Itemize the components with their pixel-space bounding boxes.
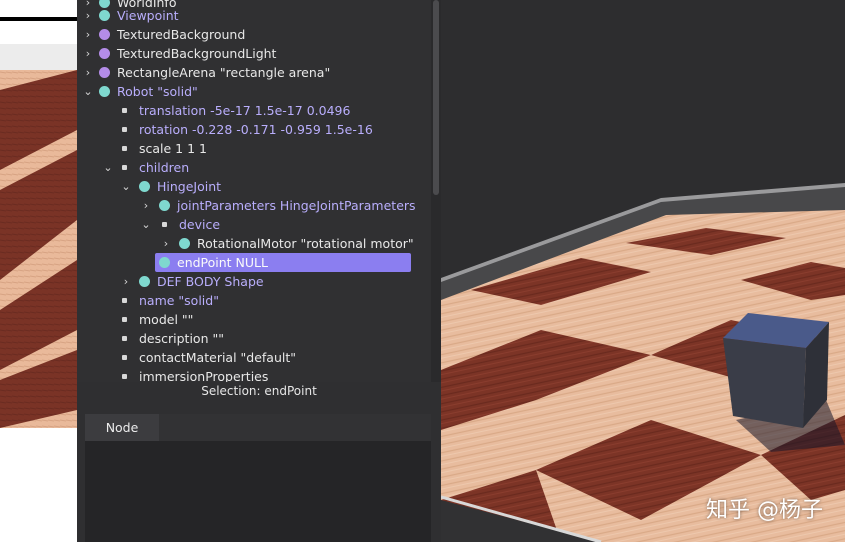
chevron-down-icon[interactable]: ⌄ bbox=[103, 158, 113, 177]
node-dot-icon bbox=[179, 238, 190, 249]
chevron-right-icon[interactable]: › bbox=[141, 196, 151, 215]
field-bullet-icon bbox=[122, 146, 127, 151]
tree-row-model[interactable]: model "" bbox=[77, 310, 431, 329]
tree-row-texturedbackground[interactable]: › TexturedBackground bbox=[77, 25, 431, 44]
tree-row-label: jointParameters HingeJointParameters bbox=[177, 198, 416, 213]
tree-row-label: immersionProperties bbox=[139, 369, 269, 382]
tree-row-label: contactMaterial "default" bbox=[139, 350, 297, 365]
tree-row-description[interactable]: description "" bbox=[77, 329, 431, 348]
tree-row-label: Robot "solid" bbox=[117, 84, 198, 99]
tree-row-label: device bbox=[179, 217, 221, 232]
chevron-right-icon[interactable]: › bbox=[83, 6, 93, 25]
node-editor-panel bbox=[85, 441, 431, 542]
tree-row-scale[interactable]: scale 1 1 1 bbox=[77, 139, 431, 158]
tree-row-name[interactable]: name "solid" bbox=[77, 291, 431, 310]
chevron-right-icon[interactable]: › bbox=[121, 272, 131, 291]
scene-tree-panel: › WorldInfo › Viewpoint › TexturedBackgr… bbox=[77, 0, 441, 542]
background-floor bbox=[0, 70, 77, 428]
tree-row-label: endPoint NULL bbox=[177, 255, 268, 270]
tree-row-rotationalmotor[interactable]: › RotationalMotor "rotational motor" bbox=[77, 234, 431, 253]
tree-row-texturedbackgroundlight[interactable]: › TexturedBackgroundLight bbox=[77, 44, 431, 63]
tree-scrollbar[interactable] bbox=[431, 0, 441, 382]
tree-row-label: RectangleArena "rectangle arena" bbox=[117, 65, 331, 80]
tree-row-label: model "" bbox=[139, 312, 194, 327]
chevron-right-icon[interactable]: › bbox=[83, 44, 93, 63]
tree-row-label: rotation -0.228 -0.171 -0.959 1.5e-16 bbox=[139, 122, 373, 137]
3d-viewport[interactable]: 知乎 @杨子 bbox=[441, 0, 845, 542]
field-bullet-icon bbox=[162, 222, 167, 227]
node-dot-icon bbox=[139, 276, 150, 287]
selection-status: Selection: endPoint bbox=[77, 382, 441, 402]
chevron-right-icon[interactable]: › bbox=[83, 63, 93, 82]
tree-row-hingejoint[interactable]: ⌄ HingeJoint bbox=[77, 177, 431, 196]
proto-dot-icon bbox=[99, 48, 110, 59]
tree-row-contactmaterial[interactable]: contactMaterial "default" bbox=[77, 348, 431, 367]
tree-row-label: TexturedBackgroundLight bbox=[117, 46, 277, 61]
tree-row-label: translation -5e-17 1.5e-17 0.0496 bbox=[139, 103, 351, 118]
tree-row-rotation[interactable]: rotation -0.228 -0.171 -0.959 1.5e-16 bbox=[77, 120, 431, 139]
tree-row-label: DEF BODY Shape bbox=[157, 274, 264, 289]
field-bullet-icon bbox=[122, 165, 127, 170]
chevron-down-icon[interactable]: ⌄ bbox=[121, 177, 131, 196]
tree-row-immersionproperties[interactable]: immersionProperties bbox=[77, 367, 431, 382]
field-bullet-icon bbox=[122, 374, 127, 379]
node-dot-icon bbox=[99, 86, 110, 97]
tree-row-endpoint-selected[interactable]: endPoint NULL bbox=[155, 253, 411, 272]
tree-row-jointparameters[interactable]: › jointParameters HingeJointParameters bbox=[77, 196, 431, 215]
watermark: 知乎 @杨子 bbox=[706, 498, 823, 523]
node-dot-icon bbox=[139, 181, 150, 192]
tree-row-label: TexturedBackground bbox=[117, 27, 246, 42]
proto-dot-icon bbox=[99, 29, 110, 40]
tree-row-device[interactable]: ⌄ device bbox=[77, 215, 431, 234]
tree-row-label: children bbox=[139, 160, 190, 175]
node-dot-icon bbox=[159, 200, 170, 211]
tree-row-label: scale 1 1 1 bbox=[139, 141, 207, 156]
node-dot-icon bbox=[99, 10, 110, 21]
scene-render bbox=[441, 0, 845, 542]
tree-row-label: description "" bbox=[139, 331, 224, 346]
tree-row-label: HingeJoint bbox=[157, 179, 222, 194]
field-bullet-icon bbox=[122, 127, 127, 132]
tree-row-rectanglearena[interactable]: › RectangleArena "rectangle arena" bbox=[77, 63, 431, 82]
tree-scrollbar-thumb[interactable] bbox=[433, 0, 439, 195]
background-strip bbox=[0, 44, 77, 70]
tree-row-translation[interactable]: translation -5e-17 1.5e-17 0.0496 bbox=[77, 101, 431, 120]
field-bullet-icon bbox=[122, 336, 127, 341]
tab-node[interactable]: Node bbox=[85, 414, 159, 441]
chevron-down-icon[interactable]: ⌄ bbox=[83, 82, 93, 101]
tree-row-label: name "solid" bbox=[139, 293, 219, 308]
background-toolbar bbox=[0, 0, 77, 21]
tree-row-viewpoint[interactable]: › Viewpoint bbox=[77, 6, 431, 25]
tree-row-label: Viewpoint bbox=[117, 8, 179, 23]
scene-tree: › WorldInfo › Viewpoint › TexturedBackgr… bbox=[77, 0, 431, 382]
field-editor-tabs: Node bbox=[85, 414, 431, 441]
proto-dot-icon bbox=[99, 67, 110, 78]
field-bullet-icon bbox=[122, 355, 127, 360]
tree-row-label: RotationalMotor "rotational motor" bbox=[197, 236, 414, 251]
chevron-right-icon[interactable]: › bbox=[83, 25, 93, 44]
tree-row-children[interactable]: ⌄ children bbox=[77, 158, 431, 177]
background-window bbox=[0, 0, 77, 542]
tree-row-def-body-shape[interactable]: › DEF BODY Shape bbox=[77, 272, 431, 291]
field-bullet-icon bbox=[122, 108, 127, 113]
tree-row-robot[interactable]: ⌄ Robot "solid" bbox=[77, 82, 431, 101]
node-dot-icon bbox=[159, 257, 170, 268]
field-bullet-icon bbox=[122, 317, 127, 322]
field-bullet-icon bbox=[122, 298, 127, 303]
chevron-down-icon[interactable]: ⌄ bbox=[141, 215, 151, 234]
chevron-right-icon[interactable]: › bbox=[161, 234, 171, 253]
